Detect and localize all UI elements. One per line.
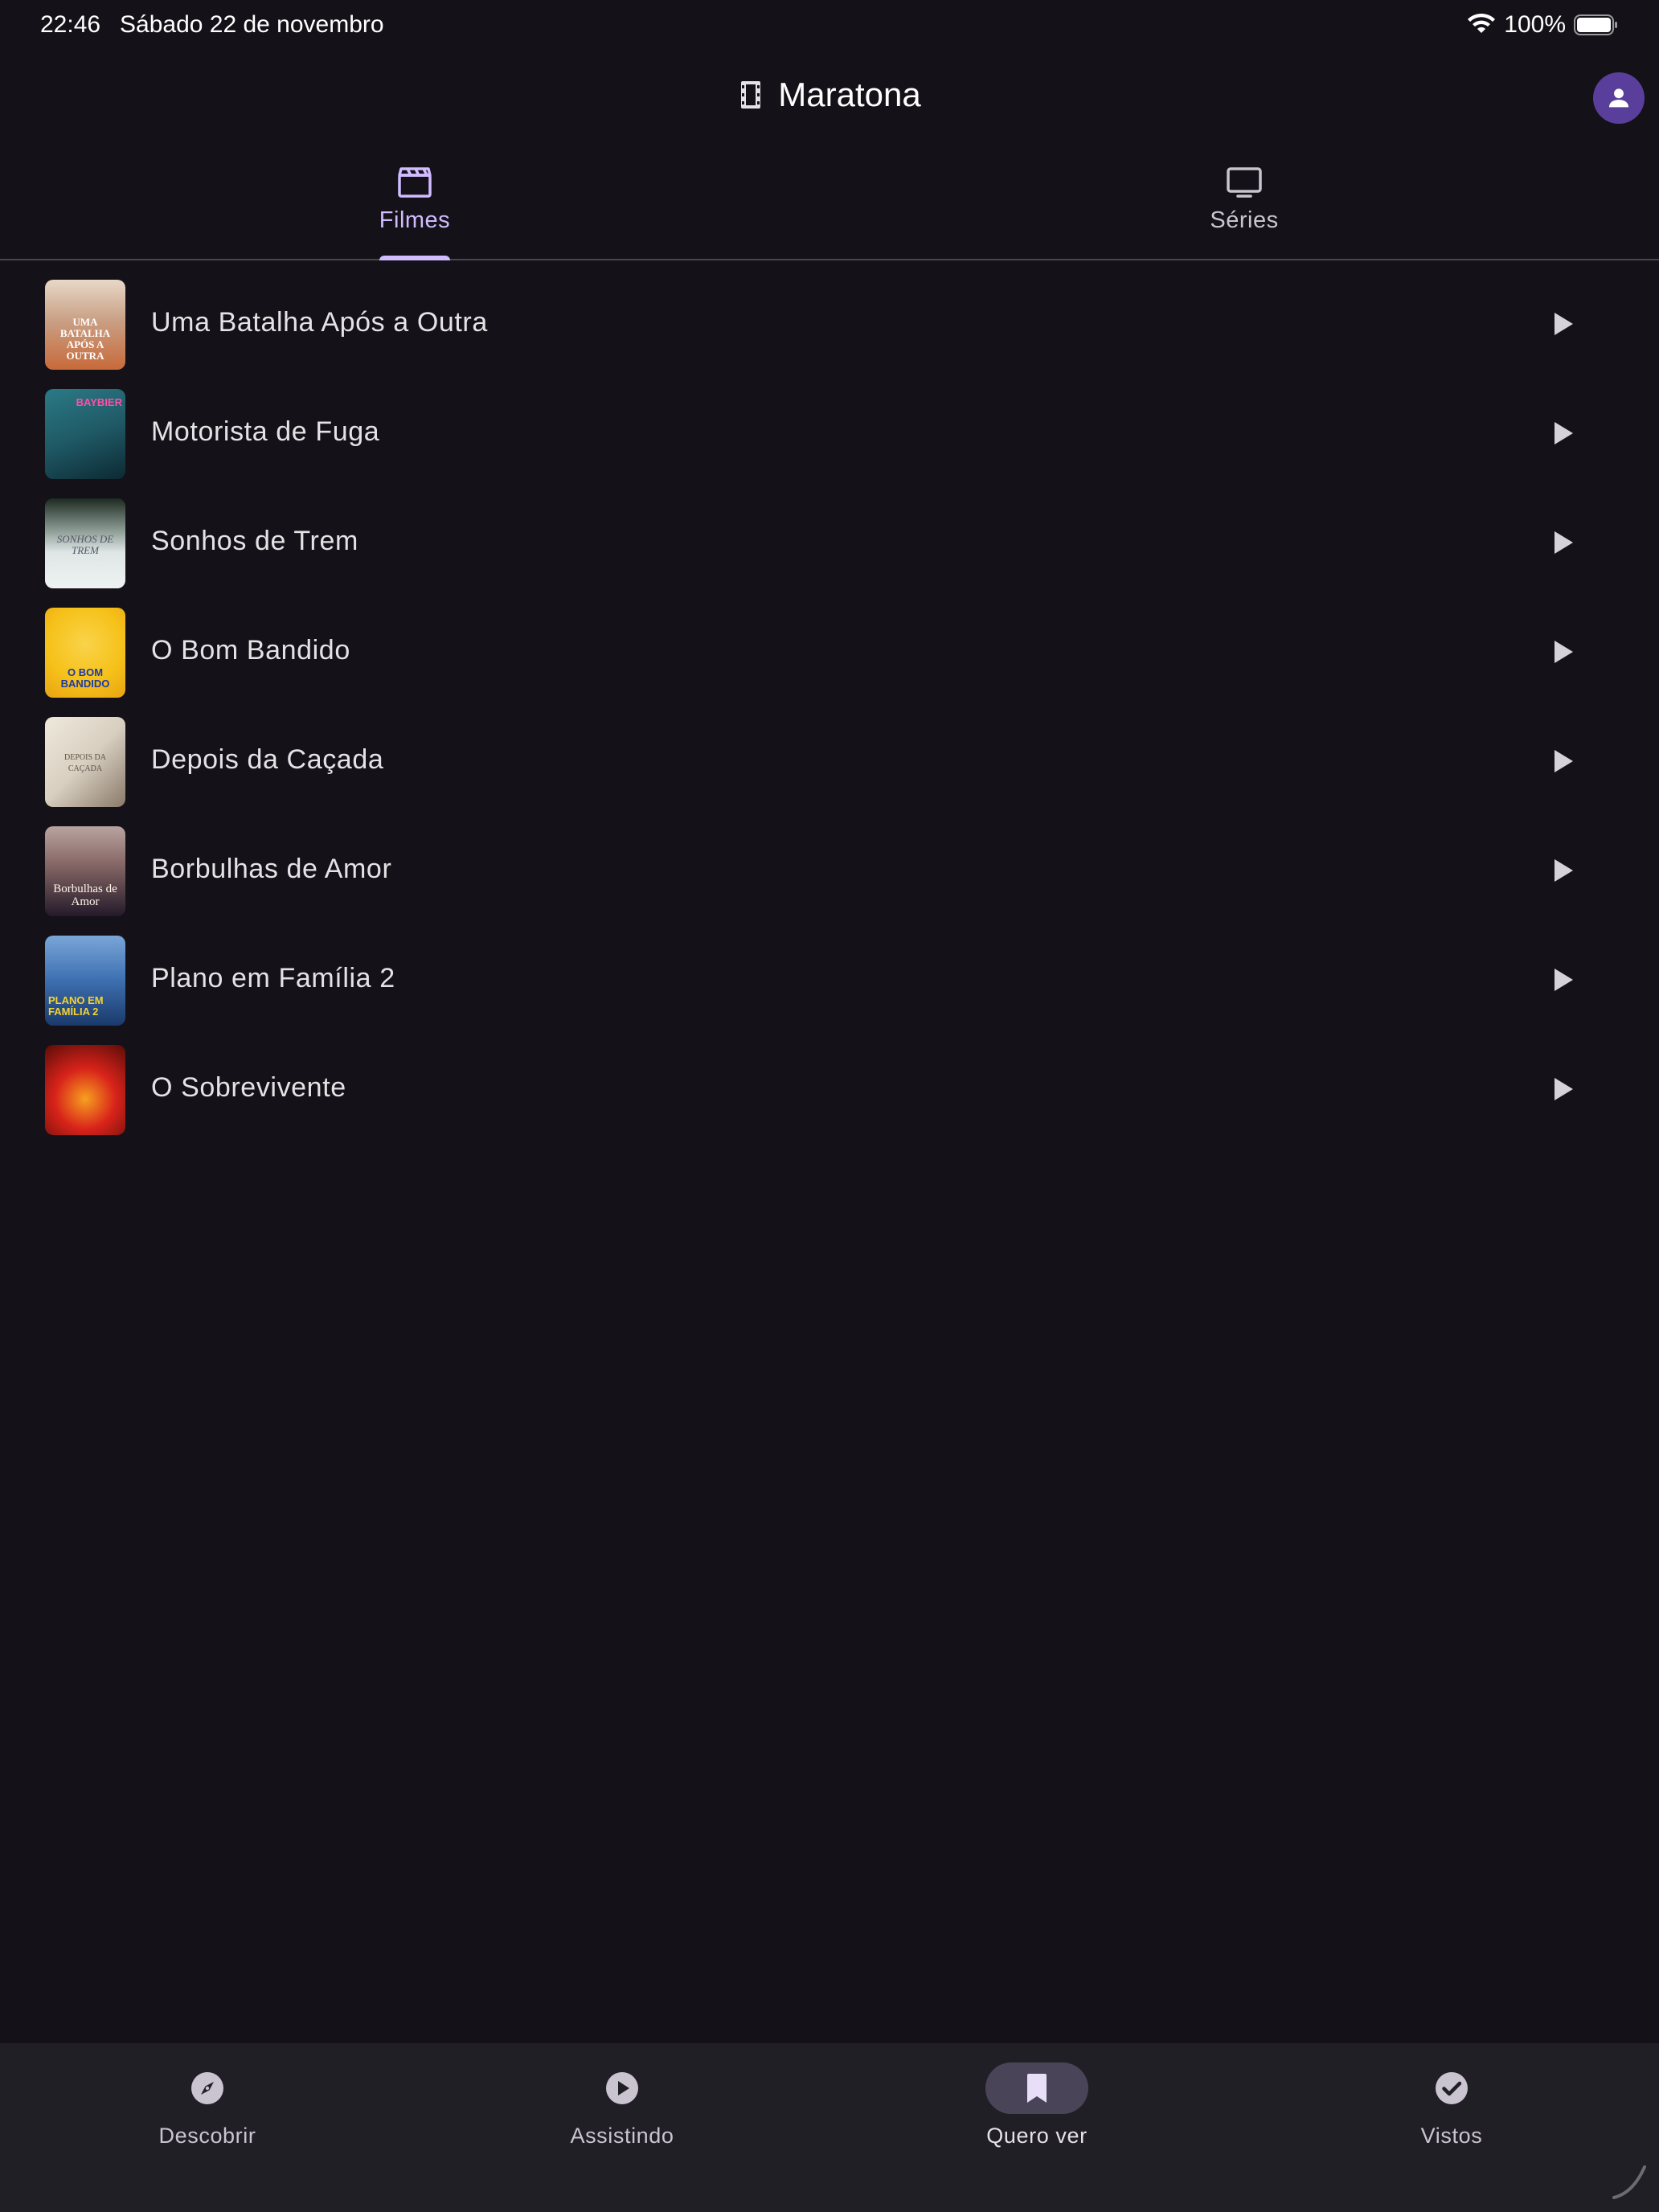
resize-handle-icon[interactable] xyxy=(1609,2162,1649,2202)
account-avatar-button[interactable] xyxy=(1593,72,1645,124)
app-title: Maratona xyxy=(778,76,921,113)
person-icon xyxy=(1608,88,1629,108)
nav-label: Descobrir xyxy=(158,2124,256,2148)
movie-title: Plano em Família 2 xyxy=(151,963,395,993)
movie-title: O Sobrevivente xyxy=(151,1072,346,1103)
movie-list-item[interactable]: UMA BATALHA APÓS A OUTRA Uma Batalha Apó… xyxy=(0,262,1659,371)
wifi-icon xyxy=(1468,14,1496,33)
nav-icon-container xyxy=(1400,2062,1503,2114)
movie-poster: BAYBIER xyxy=(45,389,125,479)
play-icon[interactable] xyxy=(1551,748,1575,775)
play-icon[interactable] xyxy=(1551,1075,1575,1103)
movie-list-item[interactable]: BAYBIER Motorista de Fuga xyxy=(0,371,1659,481)
play-icon[interactable] xyxy=(1551,310,1575,338)
nav-icon-container xyxy=(156,2062,259,2114)
movie-list-item[interactable]: O Sobrevivente xyxy=(0,1027,1659,1137)
poster-text: BAYBIER xyxy=(76,396,122,408)
poster-text: DEPOIS DA CAÇADA xyxy=(64,753,106,773)
status-right: 100% xyxy=(1467,11,1619,39)
nav-icon-container xyxy=(571,2062,674,2114)
film-icon xyxy=(741,81,761,109)
movie-poster: O BOM BANDIDO xyxy=(45,608,125,698)
movie-list-item[interactable]: DEPOIS DA CAÇADA Depois da Caçada xyxy=(0,699,1659,809)
movie-poster: UMA BATALHA APÓS A OUTRA xyxy=(45,280,125,370)
nav-label: Quero ver xyxy=(986,2124,1088,2148)
movie-poster: PLANO EM FAMÍLIA 2 xyxy=(45,936,125,1026)
check-circle-icon xyxy=(1436,2072,1468,2104)
bottom-navigation: Descobrir Assistindo Quero ver Vistos xyxy=(0,2043,1659,2212)
battery-percentage: 100% xyxy=(1504,11,1566,38)
app-bar: Maratona xyxy=(0,51,1659,143)
app-screen: 22:46 Sábado 22 de novembro 100% Maraton… xyxy=(0,0,1659,2212)
movie-list: UMA BATALHA APÓS A OUTRA Uma Batalha Apó… xyxy=(0,262,1659,1137)
status-bar: 22:46 Sábado 22 de novembro 100% xyxy=(0,0,1659,51)
play-icon[interactable] xyxy=(1551,857,1575,884)
movie-title: Borbulhas de Amor xyxy=(151,854,392,884)
app-title-group: Maratona xyxy=(0,76,1659,114)
movie-title: Uma Batalha Após a Outra xyxy=(151,307,488,338)
battery-icon xyxy=(1574,14,1617,35)
poster-text: UMA BATALHA APÓS A OUTRA xyxy=(59,316,111,362)
status-time: 22:46 xyxy=(40,11,101,38)
tab-filmes[interactable]: Filmes xyxy=(0,143,830,260)
nav-item-vistos[interactable]: Vistos xyxy=(1244,2043,1659,2212)
tv-icon xyxy=(1227,167,1262,198)
status-date: Sábado 22 de novembro xyxy=(120,11,384,38)
play-icon[interactable] xyxy=(1551,638,1575,666)
movie-list-item[interactable]: Borbulhas de Amor Borbulhas de Amor xyxy=(0,809,1659,918)
clapperboard-icon xyxy=(398,167,432,198)
movie-poster: SONHOS DE TREM xyxy=(45,498,125,588)
nav-label: Assistindo xyxy=(570,2124,674,2148)
play-icon[interactable] xyxy=(1551,529,1575,556)
nav-icon-container xyxy=(985,2062,1088,2114)
bookmark-icon xyxy=(1027,2074,1047,2103)
nav-item-descobrir[interactable]: Descobrir xyxy=(0,2043,415,2212)
compass-icon xyxy=(191,2072,223,2104)
nav-label: Vistos xyxy=(1420,2124,1483,2148)
movie-title: Depois da Caçada xyxy=(151,744,384,775)
play-icon[interactable] xyxy=(1551,966,1575,993)
movie-list-item[interactable]: SONHOS DE TREM Sonhos de Trem xyxy=(0,481,1659,590)
nav-item-quero-ver[interactable]: Quero ver xyxy=(830,2043,1244,2212)
tab-series[interactable]: Séries xyxy=(830,143,1659,259)
poster-text: SONHOS DE TREM xyxy=(56,533,114,556)
movie-list-item[interactable]: PLANO EM FAMÍLIA 2 Plano em Família 2 xyxy=(0,918,1659,1027)
movie-title: Motorista de Fuga xyxy=(151,416,380,447)
tab-label: Filmes xyxy=(379,207,451,233)
poster-text: Borbulhas de Amor xyxy=(53,883,117,908)
tab-label: Séries xyxy=(1210,207,1279,233)
movie-poster xyxy=(45,1045,125,1135)
movie-title: O Bom Bandido xyxy=(151,635,350,666)
poster-text: O BOM BANDIDO xyxy=(60,666,110,690)
tab-active-indicator xyxy=(379,256,450,260)
play-icon[interactable] xyxy=(1551,420,1575,447)
content-type-tabs: Filmes Séries xyxy=(0,143,1659,260)
play-circle-icon xyxy=(606,2072,638,2104)
nav-item-assistindo[interactable]: Assistindo xyxy=(415,2043,830,2212)
movie-list-item[interactable]: O BOM BANDIDO O Bom Bandido xyxy=(0,590,1659,699)
movie-title: Sonhos de Trem xyxy=(151,526,358,556)
movie-poster: Borbulhas de Amor xyxy=(45,826,125,916)
movie-poster: DEPOIS DA CAÇADA xyxy=(45,717,125,807)
poster-text: PLANO EM FAMÍLIA 2 xyxy=(48,994,104,1018)
